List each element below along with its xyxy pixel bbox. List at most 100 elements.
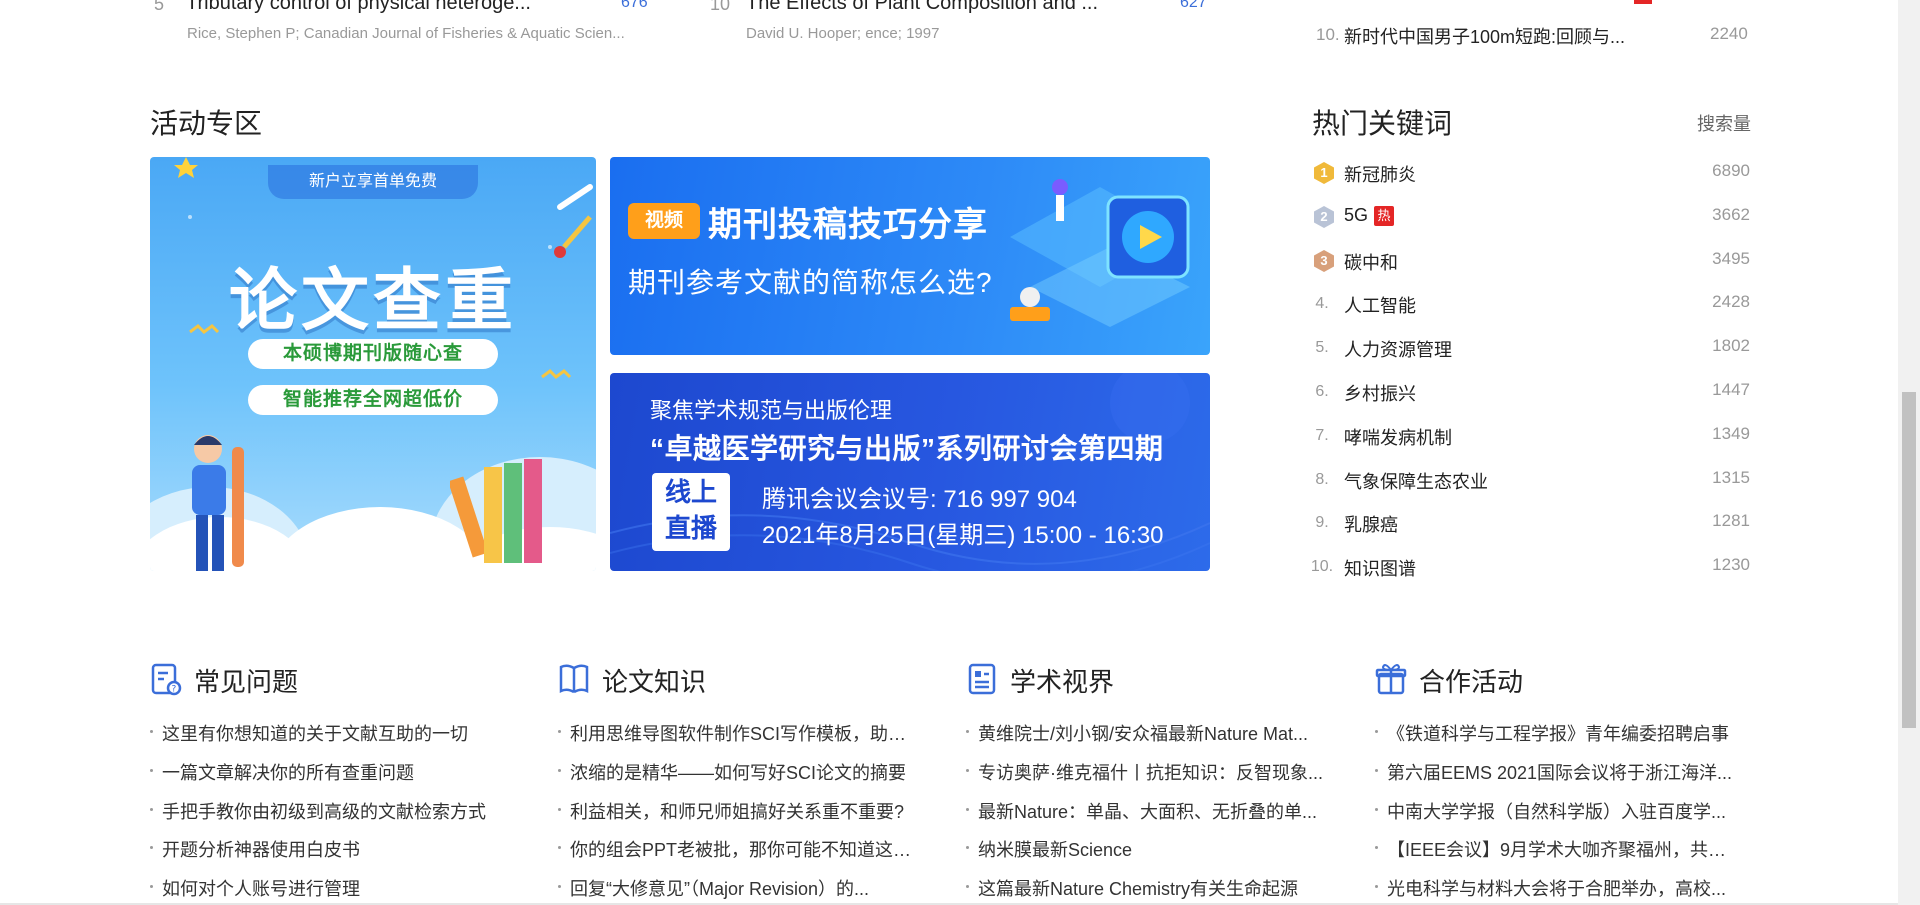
rank-number: 5 <box>154 0 165 14</box>
keyword-text[interactable]: 5G 热 <box>1344 204 1395 226</box>
faq-document-icon: ? <box>151 663 182 696</box>
keyword-label: 人工智能 <box>1344 296 1416 317</box>
page-scrollbar[interactable] <box>1898 0 1920 905</box>
list-item[interactable]: 回复“大修意见”（Major Revision）的... <box>558 875 918 905</box>
keyword-label: 气象保障生态农业 <box>1344 471 1488 492</box>
list-item[interactable]: 利益相关，和师兄师姐搞好关系重不重要? <box>558 798 918 837</box>
rank-number: 1 <box>1320 165 1328 180</box>
search-count: 1802 <box>1712 336 1750 356</box>
faq-column: ? 常见问题 这里有你想知道的关于文献互助的一切 一篇文章解决你的所有查重问题 … <box>150 660 510 899</box>
hot-keyword-row[interactable]: 10. 知识图谱 1230 <box>1310 551 1750 583</box>
keyword-label: 5G <box>1344 204 1369 225</box>
hot-keyword-row[interactable]: 8. 气象保障生态农业 1315 <box>1310 464 1750 496</box>
list-item[interactable]: 这里有你想知道的关于文献互助的一切 <box>150 720 510 759</box>
hot-keyword-row[interactable]: 6. 乡村振兴 1447 <box>1310 376 1750 408</box>
banner-headline: 期刊投稿技巧分享 <box>708 206 988 244</box>
list-item[interactable]: 中南大学学报（自然科学版）入驻百度学... <box>1375 798 1735 837</box>
list-item[interactable]: 利用思维导图软件制作SCI写作模板，助你... <box>558 720 918 759</box>
list-item[interactable]: 纳米膜最新Science <box>966 836 1326 875</box>
live-badge-line-1: 线上 <box>664 478 717 508</box>
list-item[interactable]: 开题分析神器使用白皮书 <box>150 836 510 875</box>
banner-headline: 论文查重 <box>228 263 517 339</box>
hot-keyword-row[interactable]: 5. 人力资源管理 1802 <box>1310 332 1750 364</box>
feature-pill-1: 本硕博期刊版随心查 <box>248 339 498 369</box>
list-item[interactable]: 【IEEE会议】9月学术大咖齐聚福州，共同... <box>1375 836 1735 875</box>
list-item[interactable]: 《铁道科学与工程学报》青年编委招聘启事 <box>1375 720 1735 759</box>
gift-icon <box>1375 664 1407 695</box>
promo-tag: 新户立享首单免费 <box>268 165 478 199</box>
feature-pill-2: 智能推荐全网超低价 <box>248 385 498 415</box>
hot-keyword-row[interactable]: 2 5G 热 3662 <box>1310 201 1750 233</box>
article-title[interactable]: 新时代中国男子100m短跑:回顾与... <box>1344 23 1625 49</box>
paper-knowledge-title: 论文知识 <box>602 667 707 697</box>
list-item[interactable]: 黄维院士/刘小钢/安众福最新Nature Mat... <box>966 720 1326 759</box>
paper-knowledge-column: 论文知识 利用思维导图软件制作SCI写作模板，助你... 浓缩的是精华——如何写… <box>558 660 918 899</box>
keyword-label: 乡村振兴 <box>1344 384 1416 404</box>
keyword-text[interactable]: 人工智能 <box>1344 292 1416 318</box>
hot-badge-fragment <box>1634 0 1652 4</box>
article-count: 2240 <box>1710 24 1748 43</box>
scrollbar-thumb[interactable] <box>1902 392 1916 728</box>
list-item[interactable]: 专访奥萨·维克福什丨抗拒知识：反智现象... <box>966 759 1326 798</box>
list-item[interactable]: 第六届EEMS 2021国际会议将于浙江海洋... <box>1375 759 1735 798</box>
keyword-label: 哮喘发病机制 <box>1344 427 1452 448</box>
seminar-title: “卓越医学研究与出版”系列研讨会第四期 <box>650 433 1164 464</box>
hot-keyword-row[interactable]: 3 碳中和 3495 <box>1310 245 1750 277</box>
tech-illustration <box>1010 179 1190 327</box>
list-item[interactable]: 如何对个人账号进行管理 <box>150 875 510 905</box>
rank-number: 10. <box>1310 558 1334 576</box>
hot-keyword-row[interactable]: 1 新冠肺炎 6890 <box>1310 157 1750 189</box>
keyword-text[interactable]: 乳腺癌 <box>1344 511 1398 537</box>
list-item[interactable]: 手把手教你由初级到高级的文献检索方式 <box>150 798 510 837</box>
list-item[interactable]: 浓缩的是精华——如何写好SCI论文的摘要 <box>558 759 918 798</box>
list-item[interactable]: 一篇文章解决你的所有查重问题 <box>150 759 510 798</box>
plagiarism-check-banner[interactable]: 新户立享首单免费 论文查重 本硕博期刊版随心查 智能推荐全网超低价 <box>150 157 596 571</box>
search-count: 3662 <box>1712 204 1750 224</box>
keyword-label: 乳腺癌 <box>1344 515 1398 536</box>
list-item[interactable]: 你的组会PPT老被批，那你可能不知道这几... <box>558 836 918 875</box>
journal-tips-video-banner[interactable]: 视频 期刊投稿技巧分享 期刊参考文献的简称怎么选? <box>610 157 1210 355</box>
keyword-label: 新冠肺炎 <box>1344 165 1416 185</box>
keyword-text[interactable]: 气象保障生态农业 <box>1344 468 1488 494</box>
seminar-live-banner[interactable]: 聚焦学术规范与出版伦理 “卓越医学研究与出版”系列研讨会第四期 线上 直播 腾讯… <box>610 373 1210 571</box>
academic-vision-column: 学术视界 黄维院士/刘小钢/安众福最新Nature Mat... 专访奥萨·维克… <box>966 660 1326 899</box>
cooperation-list: 《铁道科学与工程学报》青年编委招聘启事 第六届EEMS 2021国际会议将于浙江… <box>1375 720 1735 905</box>
keyword-text[interactable]: 知识图谱 <box>1344 555 1416 581</box>
list-item[interactable]: 光电科学与材料大会将于合肥举办，高校... <box>1375 875 1735 905</box>
search-count: 6890 <box>1712 161 1750 180</box>
search-count: 2428 <box>1712 292 1750 312</box>
hot-keyword-row[interactable]: 9. 乳腺癌 1281 <box>1310 507 1750 539</box>
keyword-text[interactable]: 乡村振兴 <box>1344 380 1416 406</box>
search-count: 1447 <box>1712 380 1750 399</box>
keyword-text[interactable]: 新冠肺炎 <box>1344 161 1416 187</box>
article-meta: Rice, Stephen P; Canadian Journal of Fis… <box>187 25 625 42</box>
list-item[interactable]: 这篇最新Nature Chemistry有关生命起源 <box>966 875 1326 905</box>
rank-number: 7. <box>1315 426 1329 444</box>
search-count: 1349 <box>1712 423 1750 443</box>
rank-number: 4. <box>1315 295 1329 313</box>
article-count: 676 <box>621 0 648 11</box>
rank-medal-icon: 3 <box>1312 249 1336 273</box>
keyword-text[interactable]: 碳中和 <box>1344 249 1398 275</box>
cooperation-column: 合作活动 《铁道科学与工程学报》青年编委招聘启事 第六届EEMS 2021国际会… <box>1375 660 1735 899</box>
live-stream-badge: 线上 直播 <box>652 473 730 551</box>
rank-number: 8. <box>1315 470 1329 488</box>
rank-number: 2 <box>1320 208 1328 224</box>
keyword-text[interactable]: 人力资源管理 <box>1344 336 1452 362</box>
list-item[interactable]: 最新Nature：单晶、大面积、无折叠的单... <box>966 798 1326 837</box>
cooperation-title: 合作活动 <box>1419 667 1524 697</box>
keyword-label: 人力资源管理 <box>1344 340 1452 361</box>
open-book-icon <box>559 664 589 694</box>
keyword-text[interactable]: 哮喘发病机制 <box>1344 424 1452 450</box>
article-title[interactable]: The Effects of Plant Composition and ... <box>746 0 1098 15</box>
hot-keyword-row[interactable]: 7. 哮喘发病机制 1349 <box>1310 420 1750 452</box>
hot-keywords-title: 热门关键词 <box>1312 108 1453 139</box>
hot-keyword-row[interactable]: 4. 人工智能 2428 <box>1310 288 1750 320</box>
article-title[interactable]: Tributary control of physical heteroge..… <box>186 0 531 15</box>
rank-medal-icon: 1 <box>1312 161 1336 185</box>
live-badge-line-2: 直播 <box>664 514 717 544</box>
search-count: 3495 <box>1712 248 1750 268</box>
rank-medal-icon: 2 <box>1312 205 1336 229</box>
rank-number: 5. <box>1315 339 1329 357</box>
meeting-time: 2021年8月25日(星期三) 15:00 - 16:30 <box>762 522 1164 549</box>
